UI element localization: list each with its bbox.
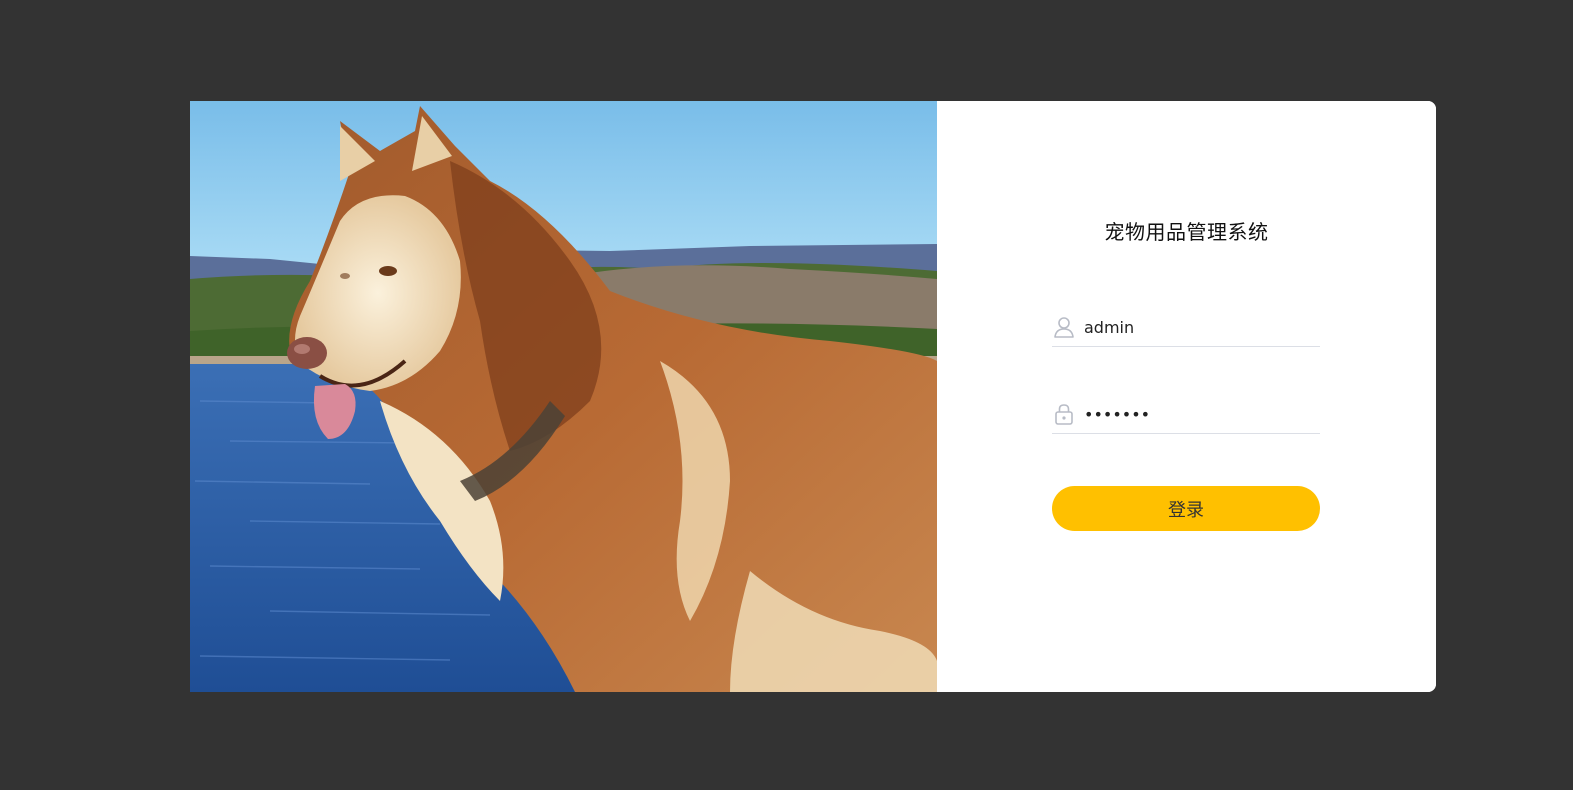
hero-image: [190, 101, 937, 692]
user-icon: [1052, 315, 1076, 339]
username-input[interactable]: [1084, 317, 1309, 337]
login-card: 宠物用品管理系统 登录: [190, 101, 1436, 692]
lock-icon: [1052, 402, 1076, 426]
page-title: 宠物用品管理系统: [1104, 220, 1269, 244]
username-field[interactable]: [1052, 308, 1320, 347]
password-field[interactable]: [1052, 395, 1320, 434]
login-button[interactable]: 登录: [1052, 486, 1320, 531]
login-form-panel: 宠物用品管理系统 登录: [937, 101, 1436, 692]
password-input[interactable]: [1084, 404, 1309, 424]
